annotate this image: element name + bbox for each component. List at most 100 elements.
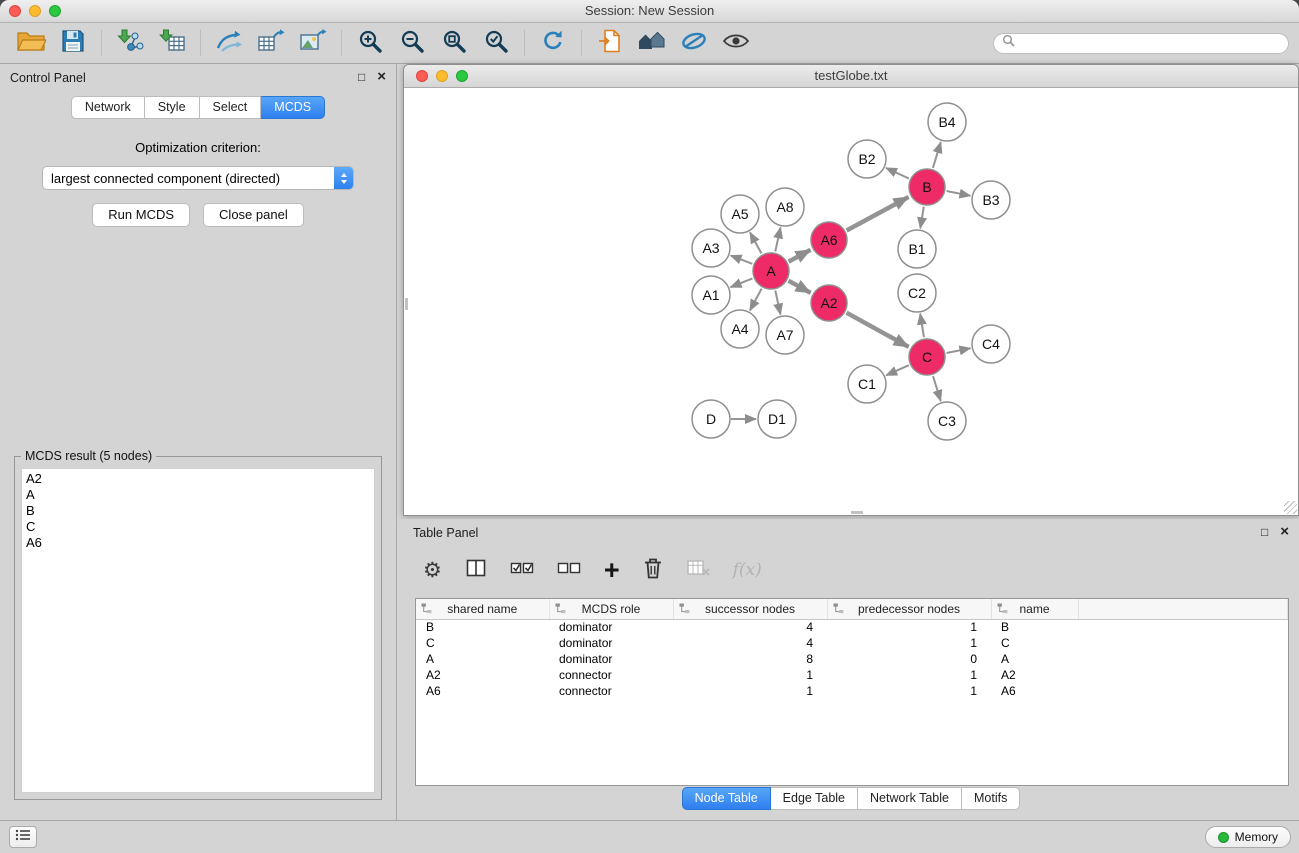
mcds-result-item[interactable]: A6 bbox=[26, 535, 370, 551]
tab-edge-table[interactable]: Edge Table bbox=[771, 787, 858, 810]
create-column-button[interactable]: + bbox=[604, 557, 620, 584]
table-cell[interactable]: 1 bbox=[673, 683, 827, 699]
graph-edge-A-A4[interactable] bbox=[750, 289, 762, 311]
graph-node-A3[interactable]: A3 bbox=[692, 229, 730, 267]
graph-node-B[interactable]: B bbox=[909, 169, 945, 205]
table-row[interactable]: A2connector11A2 bbox=[416, 667, 1288, 683]
graph-edge-A-A3[interactable] bbox=[731, 256, 753, 264]
table-cell[interactable]: A2 bbox=[416, 667, 549, 683]
search-input[interactable] bbox=[1020, 36, 1280, 51]
graph-edge-A-A7[interactable] bbox=[775, 291, 780, 315]
graph-node-C1[interactable]: C1 bbox=[848, 365, 886, 403]
select-all-button[interactable] bbox=[510, 558, 534, 583]
graph-node-C3[interactable]: C3 bbox=[928, 402, 966, 440]
table-cell[interactable]: dominator bbox=[549, 635, 673, 651]
graph-edge-A-A8[interactable] bbox=[775, 228, 780, 252]
graph-edge-A2-C[interactable] bbox=[847, 313, 909, 347]
table-cell[interactable]: B bbox=[416, 619, 549, 635]
export-image-button[interactable] bbox=[294, 26, 332, 60]
mcds-result-item[interactable]: A2 bbox=[26, 471, 370, 487]
refresh-button[interactable] bbox=[534, 26, 572, 60]
graph-edge-A-A1[interactable] bbox=[731, 278, 753, 287]
graph-edge-B-B1[interactable] bbox=[920, 207, 924, 229]
tab-style[interactable]: Style bbox=[145, 96, 200, 119]
delete-columns-button[interactable] bbox=[643, 557, 663, 584]
open-session-button[interactable] bbox=[591, 26, 629, 60]
network-minimize-button[interactable] bbox=[436, 70, 448, 82]
network-close-button[interactable] bbox=[416, 70, 428, 82]
tab-node-table[interactable]: Node Table bbox=[682, 787, 771, 810]
graph-edge-A-A5[interactable] bbox=[750, 232, 761, 253]
mcds-result-item[interactable]: B bbox=[26, 503, 370, 519]
run-mcds-button[interactable]: Run MCDS bbox=[92, 203, 190, 227]
graph-node-A5[interactable]: A5 bbox=[721, 195, 759, 233]
graph-node-B3[interactable]: B3 bbox=[972, 181, 1010, 219]
table-cell[interactable]: 1 bbox=[673, 667, 827, 683]
column-header-MCDS-role[interactable]: MCDS role bbox=[549, 599, 673, 619]
table-cell[interactable]: A2 bbox=[991, 667, 1078, 683]
table-cell[interactable]: connector bbox=[549, 683, 673, 699]
table-cell[interactable]: A bbox=[991, 651, 1078, 667]
float-panel-icon[interactable]: □ bbox=[1261, 524, 1268, 540]
table-row[interactable]: A6connector11A6 bbox=[416, 683, 1288, 699]
table-cell[interactable]: A bbox=[416, 651, 549, 667]
graph-node-C2[interactable]: C2 bbox=[898, 274, 936, 312]
table-cell[interactable]: 1 bbox=[827, 619, 991, 635]
zoom-window-button[interactable] bbox=[49, 5, 61, 17]
graph-node-A7[interactable]: A7 bbox=[766, 316, 804, 354]
table-mode-button[interactable]: ⚙ bbox=[423, 560, 442, 581]
column-header-shared-name[interactable]: shared name bbox=[416, 599, 549, 619]
graph-node-B4[interactable]: B4 bbox=[928, 103, 966, 141]
tab-mcds[interactable]: MCDS bbox=[261, 96, 325, 119]
tab-network[interactable]: Network bbox=[71, 96, 145, 119]
table-cell[interactable]: 1 bbox=[827, 683, 991, 699]
save-session-button[interactable] bbox=[54, 26, 92, 60]
table-cell[interactable]: 8 bbox=[673, 651, 827, 667]
graph-edge-C-C3[interactable] bbox=[933, 376, 941, 401]
table-cell[interactable]: C bbox=[991, 635, 1078, 651]
table-cell[interactable]: A6 bbox=[991, 683, 1078, 699]
graph-node-C[interactable]: C bbox=[909, 339, 945, 375]
function-builder-button[interactable]: f(x) bbox=[733, 560, 762, 580]
graph-edge-C-C2[interactable] bbox=[920, 314, 924, 338]
resize-grip[interactable] bbox=[1284, 501, 1297, 514]
import-network-button[interactable] bbox=[111, 26, 149, 60]
memory-button[interactable]: Memory bbox=[1205, 826, 1291, 848]
graph-node-B2[interactable]: B2 bbox=[848, 140, 886, 178]
graph-edge-B-B3[interactable] bbox=[947, 191, 971, 196]
network-canvas-area[interactable]: B4B2BB3A5A8A6B1A3AC2A1A2A4A7C4CC1C3DD1 bbox=[404, 89, 1298, 515]
table-cell[interactable]: C bbox=[416, 635, 549, 651]
graph-edge-A-A6[interactable] bbox=[789, 250, 811, 262]
graph-node-A[interactable]: A bbox=[753, 253, 789, 289]
table-cell[interactable]: 0 bbox=[827, 651, 991, 667]
table-cell[interactable]: B bbox=[991, 619, 1078, 635]
import-table-button[interactable] bbox=[153, 26, 191, 60]
float-panel-icon[interactable]: □ bbox=[358, 69, 365, 85]
delete-table-button[interactable] bbox=[686, 558, 710, 583]
column-header-name[interactable]: name bbox=[991, 599, 1078, 619]
mcds-result-item[interactable]: A bbox=[26, 487, 370, 503]
graph-node-D[interactable]: D bbox=[692, 400, 730, 438]
close-panel-icon[interactable]: × bbox=[377, 69, 386, 85]
graph-node-A1[interactable]: A1 bbox=[692, 276, 730, 314]
zoom-in-button[interactable] bbox=[351, 26, 389, 60]
table-row[interactable]: Adominator80A bbox=[416, 651, 1288, 667]
export-table-button[interactable] bbox=[252, 26, 290, 60]
tab-select[interactable]: Select bbox=[200, 96, 262, 119]
table-cell[interactable]: dominator bbox=[549, 619, 673, 635]
graph-node-A4[interactable]: A4 bbox=[721, 310, 759, 348]
graph-node-A6[interactable]: A6 bbox=[811, 222, 847, 258]
ndex-button[interactable] bbox=[675, 26, 713, 60]
graph-edge-B-B4[interactable] bbox=[933, 142, 941, 168]
table-row[interactable]: Cdominator41C bbox=[416, 635, 1288, 651]
minimize-window-button[interactable] bbox=[29, 5, 41, 17]
tab-network-table[interactable]: Network Table bbox=[858, 787, 962, 810]
network-overview-button[interactable] bbox=[633, 26, 671, 60]
table-cell[interactable]: connector bbox=[549, 667, 673, 683]
graph-node-A8[interactable]: A8 bbox=[766, 188, 804, 226]
search-field[interactable] bbox=[993, 33, 1289, 54]
table-row[interactable]: Bdominator41B bbox=[416, 619, 1288, 635]
graph-edge-C-C1[interactable] bbox=[886, 365, 909, 375]
column-header-successor-nodes[interactable]: successor nodes bbox=[673, 599, 827, 619]
graph-edge-A6-B[interactable] bbox=[847, 197, 909, 231]
